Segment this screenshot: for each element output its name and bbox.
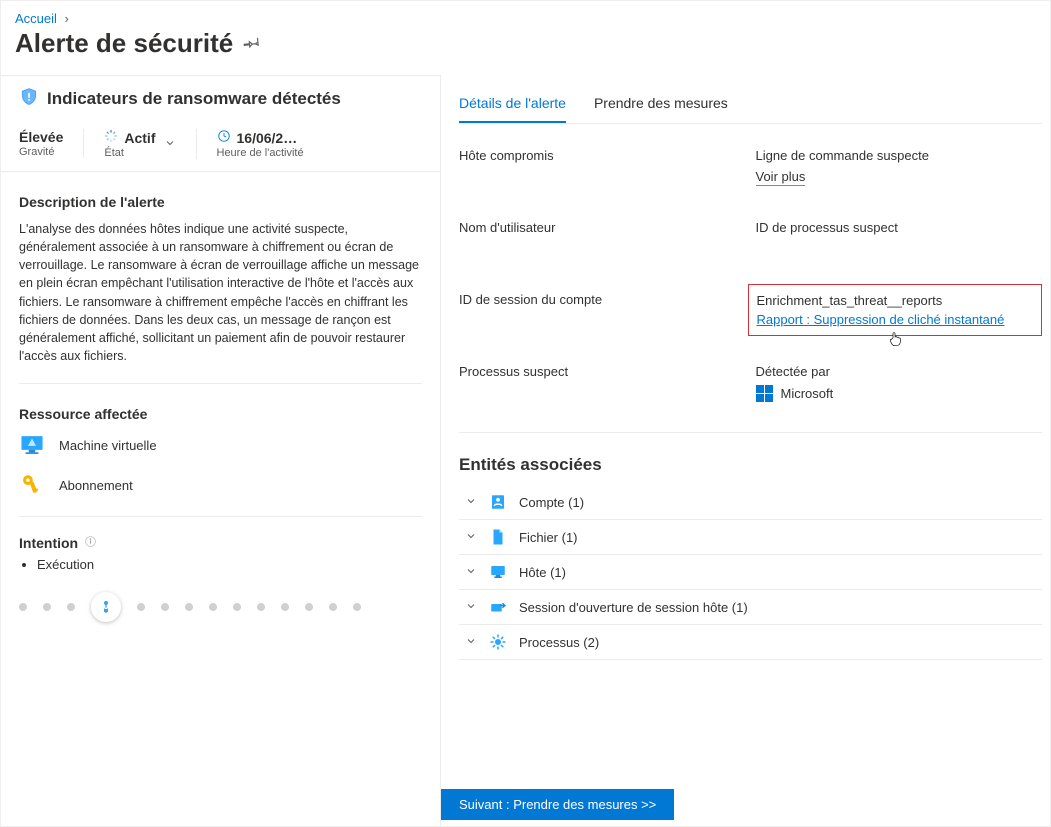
- killchain-dot: [233, 603, 241, 611]
- divider: [19, 516, 422, 517]
- field-host-label: Hôte compromis: [459, 148, 738, 163]
- killchain-dot: [281, 603, 289, 611]
- killchain-dot: [161, 603, 169, 611]
- cursor-hand-icon: [887, 329, 903, 352]
- field-cmd-label: Ligne de commande suspecte: [756, 148, 1035, 163]
- resource-vm-label: Machine virtuelle: [59, 438, 157, 453]
- field-proc-label: Processus suspect: [459, 364, 738, 379]
- clock-icon: [217, 129, 231, 146]
- info-icon[interactable]: [84, 535, 97, 551]
- entity-label: Processus (2): [519, 635, 599, 650]
- resource-sub-label: Abonnement: [59, 478, 133, 493]
- entity-row-process[interactable]: Processus (2): [459, 625, 1042, 660]
- severity-label: Gravité: [19, 146, 63, 158]
- spinner-icon: [104, 129, 118, 146]
- entity-label: Compte (1): [519, 495, 584, 510]
- key-icon: [19, 472, 45, 498]
- killchain-dot: [185, 603, 193, 611]
- entities-heading: Entités associées: [459, 455, 1042, 475]
- pin-icon[interactable]: [243, 33, 261, 54]
- entity-label: Fichier (1): [519, 530, 578, 545]
- enrichment-label: Enrichment_tas_threat__reports: [757, 293, 1034, 308]
- resource-vm-row[interactable]: Machine virtuelle: [19, 432, 422, 458]
- tab-details[interactable]: Détails de l'alerte: [459, 89, 566, 123]
- killchain-track: [19, 586, 422, 628]
- entity-row-host[interactable]: Hôte (1): [459, 555, 1042, 590]
- entity-label: Session d'ouverture de session hôte (1): [519, 600, 748, 615]
- divider: [459, 432, 1042, 433]
- chevron-down-icon: [465, 635, 477, 650]
- state-label: État: [104, 147, 155, 159]
- breadcrumb: Accueil ›: [1, 1, 1050, 26]
- shield-alert-icon: [19, 86, 39, 111]
- file-icon: [489, 528, 507, 546]
- enrichment-report-link[interactable]: Rapport : Suppression de cliché instanta…: [757, 312, 1034, 327]
- divider: [19, 383, 422, 384]
- killchain-dot: [137, 603, 145, 611]
- alert-title: Indicateurs de ransomware détectés: [47, 89, 341, 109]
- resource-heading: Ressource affectée: [19, 406, 422, 422]
- state-chevron-down-icon[interactable]: [164, 137, 176, 152]
- entity-label: Hôte (1): [519, 565, 566, 580]
- entity-row-file[interactable]: Fichier (1): [459, 520, 1042, 555]
- process-gear-icon: [489, 633, 507, 651]
- entity-row-logon-session[interactable]: Session d'ouverture de session hôte (1): [459, 590, 1042, 625]
- intention-heading: Intention: [19, 535, 78, 551]
- tabs: Détails de l'alerte Prendre des mesures: [459, 75, 1042, 124]
- description-heading: Description de l'alerte: [19, 194, 422, 210]
- detected-by-value: Microsoft: [781, 386, 834, 401]
- killchain-dot: [329, 603, 337, 611]
- field-user-label: Nom d'utilisateur: [459, 220, 738, 235]
- severity-value: Élevée: [19, 129, 63, 145]
- killchain-dot: [353, 603, 361, 611]
- field-session-label: ID de session du compte: [459, 292, 738, 307]
- killchain-dot: [19, 603, 27, 611]
- logon-session-icon: [489, 598, 507, 616]
- intention-list: Exécution: [19, 557, 422, 572]
- state-value: Actif: [124, 130, 155, 146]
- killchain-dot: [257, 603, 265, 611]
- killchain-active-step[interactable]: [91, 592, 121, 622]
- vm-icon: [19, 432, 45, 458]
- chevron-down-icon: [465, 530, 477, 545]
- next-take-action-button[interactable]: Suivant : Prendre des mesures >>: [441, 789, 674, 820]
- breadcrumb-chevron-icon: ›: [65, 11, 69, 26]
- field-detected-label: Détectée par: [756, 364, 1035, 379]
- killchain-dot: [67, 603, 75, 611]
- page-title: Alerte de sécurité: [15, 28, 233, 59]
- tab-actions[interactable]: Prendre des mesures: [594, 89, 728, 123]
- account-icon: [489, 493, 507, 511]
- description-text: L'analyse des données hôtes indique une …: [19, 220, 422, 365]
- resource-sub-row[interactable]: Abonnement: [19, 472, 422, 498]
- chevron-down-icon: [465, 495, 477, 510]
- chevron-down-icon: [465, 600, 477, 615]
- entity-row-account[interactable]: Compte (1): [459, 485, 1042, 520]
- time-label: Heure de l'activité: [217, 147, 304, 159]
- host-icon: [489, 563, 507, 581]
- killchain-dot: [209, 603, 217, 611]
- chevron-down-icon: [465, 565, 477, 580]
- time-value: 16/06/2…: [237, 130, 298, 146]
- enrichment-highlight-box: Enrichment_tas_threat__reports Rapport :…: [748, 284, 1043, 336]
- killchain-dot: [305, 603, 313, 611]
- voir-plus-link[interactable]: Voir plus: [756, 169, 806, 186]
- intention-item: Exécution: [37, 557, 422, 572]
- breadcrumb-home-link[interactable]: Accueil: [15, 11, 57, 26]
- field-pid-label: ID de processus suspect: [756, 220, 1035, 235]
- killchain-dot: [43, 603, 51, 611]
- microsoft-logo-icon: [756, 385, 773, 402]
